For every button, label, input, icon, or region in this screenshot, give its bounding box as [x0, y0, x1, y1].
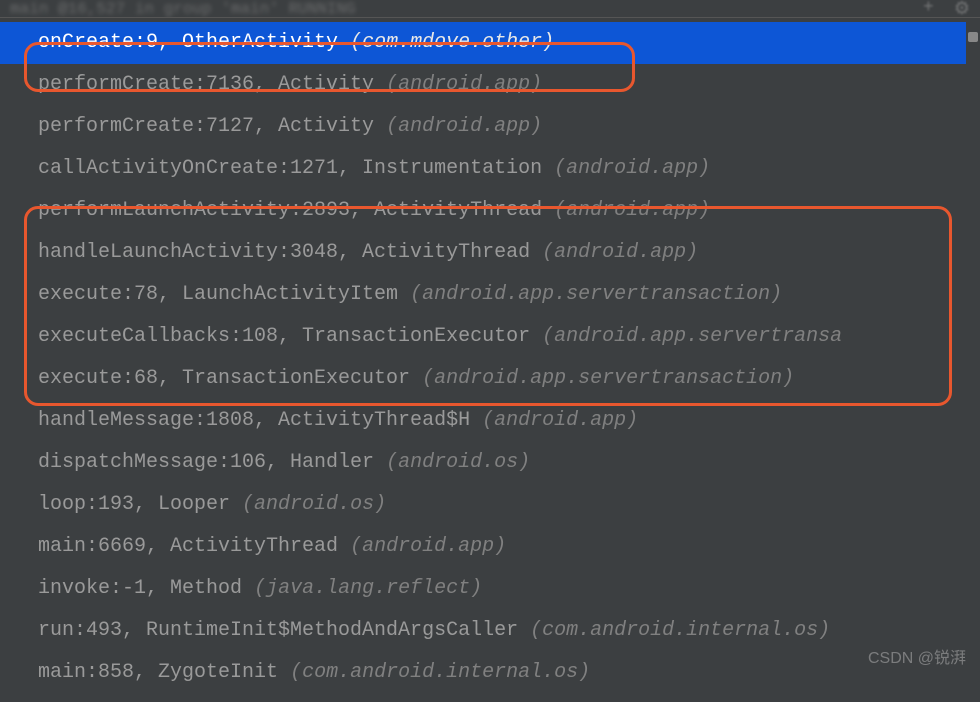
- frame-package: (android.app.servertransaction): [410, 283, 782, 306]
- frame-method: main:6669, ActivityThread: [38, 535, 338, 558]
- thread-info-label: main @16,527 in group 'main' RUNNING: [10, 0, 356, 18]
- stack-frame-row[interactable]: run:493, RuntimeInit$MethodAndArgsCaller…: [0, 610, 980, 652]
- frame-method: execute:68, TransactionExecutor: [38, 367, 410, 390]
- scrollbar[interactable]: [966, 18, 980, 676]
- stack-frame-row[interactable]: dispatchMessage:106, Handler (android.os…: [0, 442, 980, 484]
- plus-icon[interactable]: +: [923, 0, 934, 18]
- frame-method: performCreate:7136, Activity: [38, 73, 374, 96]
- scrollbar-mark-icon: [968, 32, 978, 42]
- frame-method: onCreate:9, OtherActivity: [38, 31, 338, 54]
- stack-frame-row[interactable]: performCreate:7136, Activity (android.ap…: [0, 64, 980, 106]
- header-icons: + ⚙: [923, 0, 970, 18]
- frame-package: (com.mdove.other): [350, 31, 554, 54]
- frame-method: handleMessage:1808, ActivityThread$H: [38, 409, 470, 432]
- stack-frame-row[interactable]: callActivityOnCreate:1271, Instrumentati…: [0, 148, 980, 190]
- frame-package: (android.app.servertransaction): [422, 367, 794, 390]
- frame-package: (android.app): [482, 409, 638, 432]
- frame-method: loop:193, Looper: [38, 493, 230, 516]
- frame-method: callActivityOnCreate:1271, Instrumentati…: [38, 157, 542, 180]
- frame-package: (com.android.internal.os): [530, 619, 830, 642]
- frame-method: execute:78, LaunchActivityItem: [38, 283, 398, 306]
- stack-frame-row[interactable]: main:6669, ActivityThread (android.app): [0, 526, 980, 568]
- frame-method: invoke:-1, Method: [38, 577, 242, 600]
- stack-frame-row[interactable]: handleLaunchActivity:3048, ActivityThrea…: [0, 232, 980, 274]
- thread-header: main @16,527 in group 'main' RUNNING + ⚙: [0, 0, 980, 18]
- frame-method: performLaunchActivity:2893, ActivityThre…: [38, 199, 542, 222]
- frame-method: run:493, RuntimeInit$MethodAndArgsCaller: [38, 619, 518, 642]
- frame-package: (android.os): [386, 451, 530, 474]
- watermark-label: CSDN @锐湃: [868, 644, 966, 668]
- stack-frame-row[interactable]: invoke:-1, Method (java.lang.reflect): [0, 568, 980, 610]
- frame-package: (android.app): [554, 199, 710, 222]
- stack-frame-row[interactable]: onCreate:9, OtherActivity (com.mdove.oth…: [0, 22, 980, 64]
- frame-package: (java.lang.reflect): [254, 577, 482, 600]
- frame-package: (android.os): [242, 493, 386, 516]
- frame-method: main:858, ZygoteInit: [38, 661, 278, 684]
- stack-frames-panel: onCreate:9, OtherActivity (com.mdove.oth…: [0, 18, 980, 702]
- frame-package: (android.app): [554, 157, 710, 180]
- settings-icon[interactable]: ⚙: [954, 0, 970, 18]
- frame-method: dispatchMessage:106, Handler: [38, 451, 374, 474]
- frame-package: (com.android.internal.os): [290, 661, 590, 684]
- stack-frame-row[interactable]: handleMessage:1808, ActivityThread$H (an…: [0, 400, 980, 442]
- stack-frame-row[interactable]: performLaunchActivity:2893, ActivityThre…: [0, 190, 980, 232]
- stack-frame-row[interactable]: executeCallbacks:108, TransactionExecuto…: [0, 316, 980, 358]
- frame-package: (android.app): [350, 535, 506, 558]
- frame-method: performCreate:7127, Activity: [38, 115, 374, 138]
- stack-frame-row[interactable]: loop:193, Looper (android.os): [0, 484, 980, 526]
- stack-frame-row[interactable]: execute:78, LaunchActivityItem (android.…: [0, 274, 980, 316]
- frame-method: handleLaunchActivity:3048, ActivityThrea…: [38, 241, 530, 264]
- stack-frame-row[interactable]: execute:68, TransactionExecutor (android…: [0, 358, 980, 400]
- frame-method: executeCallbacks:108, TransactionExecuto…: [38, 325, 530, 348]
- stack-frame-row[interactable]: main:858, ZygoteInit (com.android.intern…: [0, 652, 980, 694]
- frame-package: (android.app): [386, 115, 542, 138]
- stack-frame-row[interactable]: performCreate:7127, Activity (android.ap…: [0, 106, 980, 148]
- frame-package: (android.app.servertransa: [542, 325, 842, 348]
- frame-package: (android.app): [386, 73, 542, 96]
- frame-package: (android.app): [542, 241, 698, 264]
